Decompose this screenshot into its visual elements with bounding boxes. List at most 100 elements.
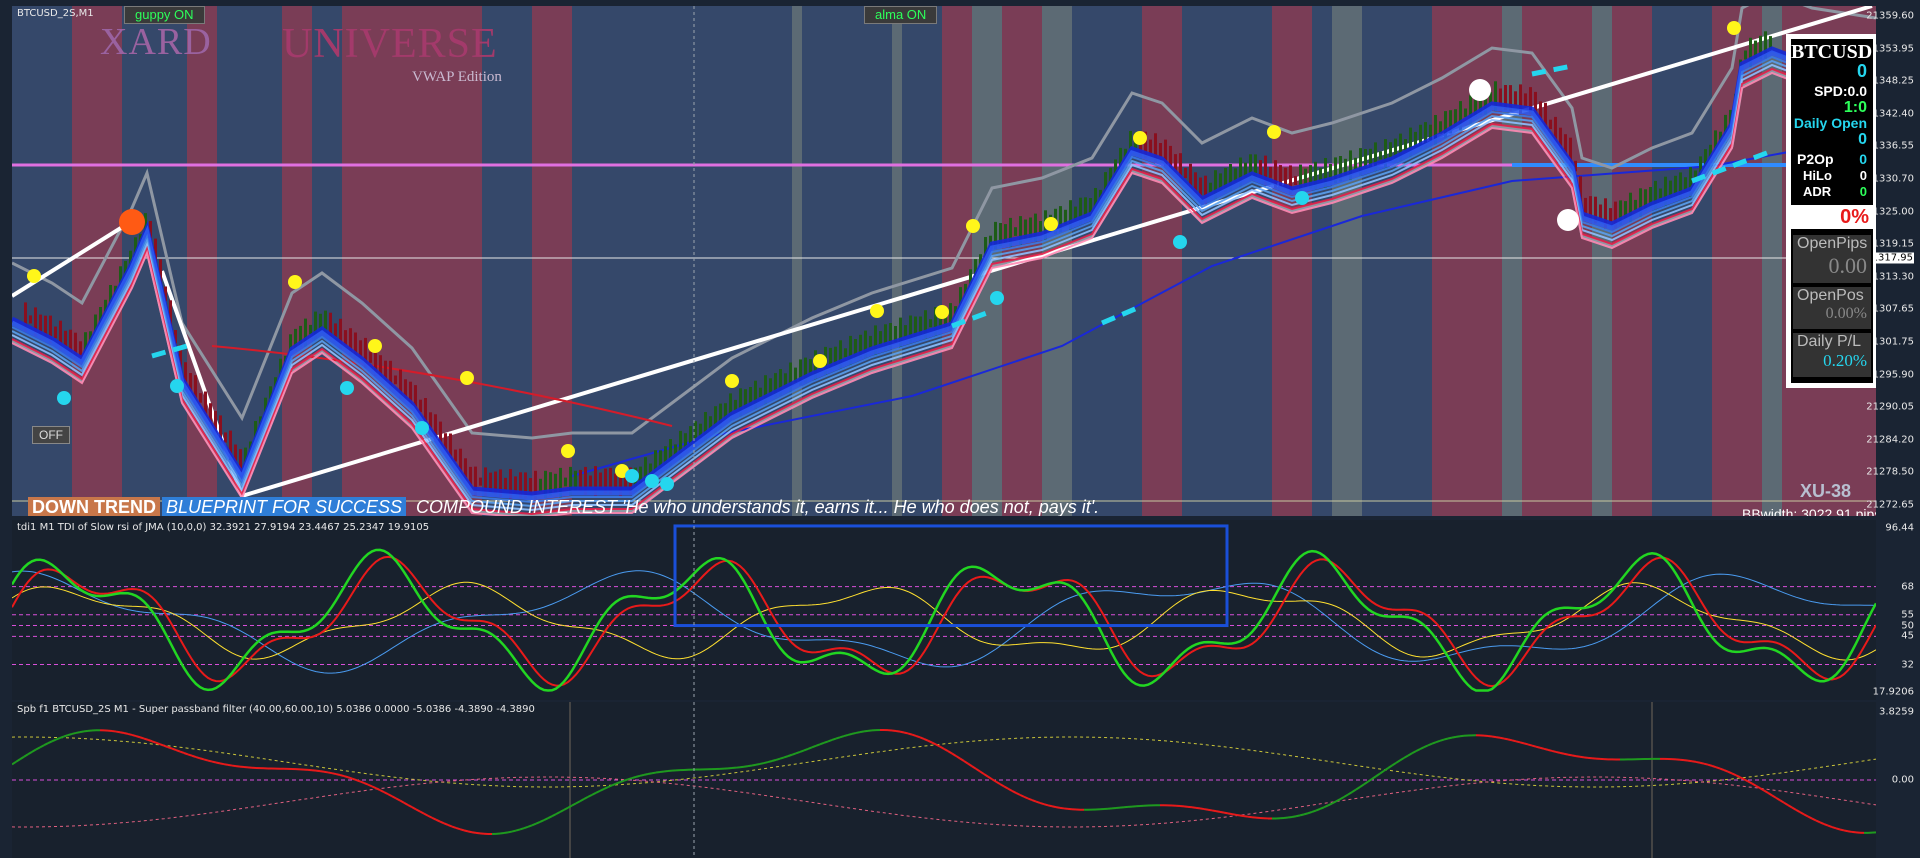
candle (224, 432, 227, 443)
spb-filter-segment (427, 814, 433, 819)
spb-filter-segment (1743, 778, 1749, 783)
panel-symbol: BTCUSD (1791, 41, 1873, 63)
yellow-dot-7 (813, 354, 827, 368)
spb-filter-segment (1827, 824, 1833, 828)
spb-filter-segment (439, 820, 445, 825)
candle (1464, 108, 1467, 118)
spb-filter-segment (1003, 785, 1009, 790)
spb-filter-segment (455, 826, 461, 831)
spb-filter-segment (1847, 830, 1853, 833)
band-28 (1432, 6, 1502, 516)
spb-filter-segment (1435, 739, 1441, 744)
spb-filter-segment (1059, 806, 1065, 810)
spb-filter-segment (755, 762, 761, 766)
spb-filter-segment (639, 773, 645, 777)
candle (529, 478, 532, 494)
alma-toggle-button[interactable]: alma ON (864, 6, 938, 24)
tdi-axis-label: 50 (1901, 620, 1914, 632)
spb-filter-segment (1395, 759, 1401, 764)
spb-filter-segment (1543, 747, 1549, 751)
spb-filter-segment (23, 753, 29, 758)
price-axis[interactable]: 21359.60 21353.95 21348.25 21342.40 21336.55… (1864, 6, 1920, 516)
spb-filter-segment (1287, 815, 1293, 819)
spb-filter-segment (71, 731, 77, 735)
main-chart-pane[interactable]: BTCUSD_2S,M1 guppy ON alma ON XARD UNIVE… (12, 6, 1876, 516)
candle (454, 449, 457, 462)
open-pos-label: OpenPos (1797, 287, 1864, 304)
spb-filter-segment (1779, 799, 1785, 804)
spb-filter-segment (1203, 808, 1209, 811)
spb-filter-segment (1035, 800, 1041, 804)
tdi-canvas[interactable] (12, 520, 1876, 700)
spb-filter-segment (591, 791, 597, 796)
spb-filter-segment (1387, 764, 1393, 769)
spb-filter-segment (1843, 829, 1849, 833)
spb-filter-segment (831, 737, 837, 741)
spb-filter-segment (1431, 741, 1437, 745)
candle (1354, 157, 1357, 170)
price-axis-label: 21278.50 (1866, 466, 1914, 478)
yellow-dot-0 (27, 269, 41, 283)
spb-canvas[interactable] (12, 702, 1876, 858)
spb-filter-segment (1519, 741, 1525, 745)
spb-filter-segment (795, 750, 801, 755)
spb-filter-segment (1323, 804, 1329, 809)
spb-filter-segment (1515, 740, 1521, 744)
cyan-dot-7 (990, 291, 1004, 305)
spb-filter-segment (335, 773, 341, 776)
spb-filter-segment (1539, 746, 1545, 750)
spb-indicator-pane[interactable]: Spb f1 BTCUSD_2S M1 - Super passband fil… (12, 702, 1876, 858)
spb-filter-segment (199, 757, 205, 761)
band-16 (902, 6, 942, 516)
panel-spread: SPD:0.0 (1814, 83, 1867, 99)
spb-filter-segment (1815, 819, 1821, 824)
band-27 (1362, 6, 1432, 516)
spb-filter-segment (939, 745, 945, 750)
spb-filter-segment (1499, 736, 1505, 740)
spb-axis[interactable]: 3.8259 0.00 (1876, 702, 1920, 858)
spb-filter-segment (1423, 744, 1429, 749)
spb-filter-segment (599, 788, 605, 792)
spb-filter-segment (1219, 810, 1225, 814)
yellow-dot-2 (368, 339, 382, 353)
open-pips-label: OpenPips (1797, 235, 1868, 252)
spb-filter-segment (227, 763, 233, 767)
spb-filter-segment (1687, 759, 1693, 763)
spb-filter-segment (835, 736, 841, 740)
band-25 (1312, 6, 1332, 516)
panel-daily-open-label: Daily Open (1793, 115, 1867, 131)
spb-filter-segment (619, 779, 625, 784)
candle (1379, 151, 1382, 160)
spb-filter-segment (147, 738, 153, 743)
tdi-indicator-pane[interactable]: tdi1 M1 TDI of Slow rsi of JMA (10,0,0) … (12, 520, 1876, 700)
candle (614, 473, 617, 489)
spb-filter-segment (647, 772, 653, 775)
candle (734, 399, 737, 411)
band-1 (72, 6, 122, 516)
spb-filter-segment (403, 801, 409, 806)
spb-filter-segment (839, 735, 845, 739)
spb-filter-segment (923, 738, 929, 742)
tdi-axis[interactable]: 96.44 68 55 50 45 32 17.9206 (1873, 520, 1920, 700)
spb-filter-segment (183, 752, 189, 756)
price-chart-canvas[interactable] (12, 6, 1876, 516)
spb-filter-segment (315, 769, 321, 773)
spb-filter-segment (947, 750, 953, 755)
spb-filter-segment (1783, 801, 1789, 806)
band-35 (1762, 6, 1782, 516)
yellow-dot-9 (935, 305, 949, 319)
guppy-toggle-button[interactable]: guppy ON (124, 6, 205, 24)
spb-filter-segment (1795, 809, 1801, 814)
spb-filter-segment (347, 776, 353, 780)
off-button[interactable]: OFF (32, 426, 70, 444)
spb-filter-segment (511, 829, 517, 833)
spb-filter-segment (1731, 772, 1737, 777)
tdi-rsi-line (12, 548, 1876, 692)
spb-filter-segment (543, 817, 549, 822)
spb-filter-segment (159, 743, 165, 747)
spb-filter-segment (219, 762, 225, 766)
candle (1524, 93, 1527, 107)
spb-filter-segment (1831, 826, 1837, 830)
spb-filter-segment (1535, 745, 1541, 749)
spb-filter-segment (967, 762, 973, 768)
